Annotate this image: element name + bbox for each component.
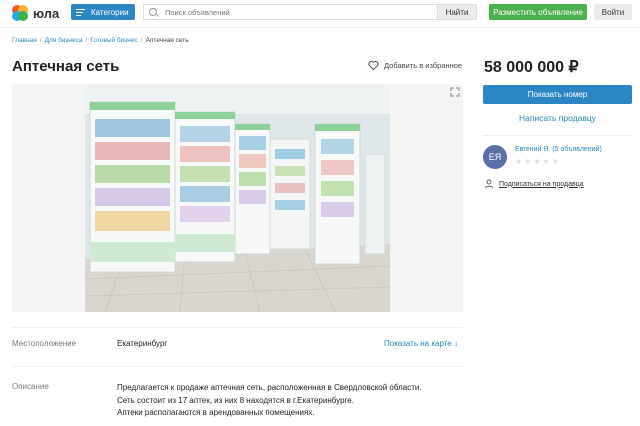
star-icon: ★ bbox=[533, 157, 541, 166]
star-icon: ★ bbox=[515, 157, 523, 166]
show-on-map-link[interactable]: Показать на карте ↓ bbox=[384, 339, 458, 348]
find-button[interactable]: Найти bbox=[437, 4, 477, 20]
logo-text: юла bbox=[33, 5, 60, 21]
subscribe-label: Подписаться на продавца bbox=[499, 180, 584, 188]
listing-photo[interactable] bbox=[85, 84, 390, 312]
star-icon: ★ bbox=[542, 157, 550, 166]
divider bbox=[12, 366, 463, 367]
description-line: Аптеки располагаются в арендованных поме… bbox=[117, 408, 315, 417]
categories-label: Категории bbox=[91, 7, 129, 17]
location-label: Местоположение bbox=[12, 339, 77, 348]
logo[interactable]: юла bbox=[12, 4, 72, 22]
star-icon: ★ bbox=[551, 157, 559, 166]
description-line: Сеть состоит из 17 аптек, из них 8 наход… bbox=[117, 395, 354, 405]
avatar[interactable]: ЕЯ bbox=[483, 145, 507, 169]
site-header: юла Категории Найти Разместить объявлени… bbox=[0, 0, 640, 28]
menu-icon bbox=[76, 8, 85, 16]
description-text: Предлагается к продаже аптечная сеть, ра… bbox=[117, 382, 463, 420]
search-box bbox=[143, 4, 437, 20]
heart-icon bbox=[368, 60, 379, 71]
breadcrumb-separator: / bbox=[140, 37, 143, 44]
description-line: Предлагается к продаже аптечная сеть, ра… bbox=[117, 383, 422, 392]
search-input[interactable] bbox=[165, 7, 425, 17]
breadcrumb-business[interactable]: Для бизнеса bbox=[45, 37, 83, 44]
post-ad-button[interactable]: Разместить объявление bbox=[489, 4, 587, 20]
favorite-label: Добавить в избранное bbox=[384, 61, 463, 70]
star-icon: ★ bbox=[524, 157, 532, 166]
description-label: Описание bbox=[12, 382, 49, 391]
pharmacy-photo-illustration bbox=[85, 84, 390, 312]
user-icon bbox=[484, 179, 494, 189]
location-value: Екатеринбург bbox=[117, 339, 168, 348]
breadcrumb-separator: / bbox=[39, 37, 42, 44]
expand-icon[interactable] bbox=[450, 87, 460, 97]
show-phone-button[interactable]: Показать номер bbox=[483, 85, 632, 104]
categories-button[interactable]: Категории bbox=[71, 4, 135, 20]
divider bbox=[483, 135, 632, 136]
seller-name-link[interactable]: Евгений Я. (5 объявлений) bbox=[515, 146, 602, 153]
breadcrumb-separator: / bbox=[85, 37, 88, 44]
breadcrumb: Главная / Для бизнеса / Готовый бизнес /… bbox=[12, 37, 189, 44]
search-icon bbox=[149, 8, 157, 16]
breadcrumb-ready-business[interactable]: Готовый бизнес bbox=[90, 37, 137, 44]
add-to-favorites-button[interactable]: Добавить в избранное bbox=[368, 60, 462, 71]
breadcrumb-current: Аптечная сеть bbox=[145, 37, 189, 44]
price: 58 000 000 ₽ bbox=[484, 59, 579, 76]
seller-rating: ★ ★ ★ ★ ★ bbox=[515, 158, 559, 166]
logo-icon bbox=[12, 5, 28, 21]
write-seller-link[interactable]: Написать продавцу bbox=[483, 113, 632, 123]
subscribe-seller-button[interactable]: Подписаться на продавца bbox=[484, 179, 584, 189]
divider bbox=[12, 327, 463, 328]
page-title: Аптечная сеть bbox=[12, 58, 120, 75]
login-button[interactable]: Войти bbox=[594, 4, 632, 20]
breadcrumb-home[interactable]: Главная bbox=[12, 37, 37, 44]
